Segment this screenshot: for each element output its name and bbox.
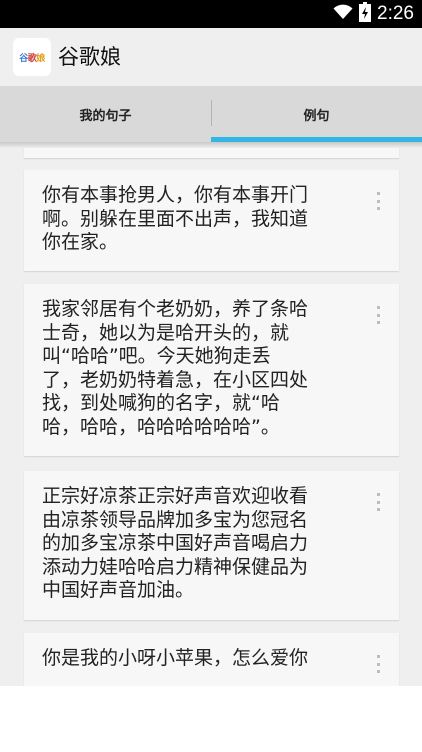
overflow-menu-icon[interactable] [375,493,381,511]
sentence-text: 你有本事抢男人，你有本事开门 啊。别躲在里面不出声，我知道 你在家。 [42,184,309,253]
status-time: 2:26 [377,3,414,24]
sentence-text: 你是我的小呀小苹果，怎么爱你 [42,647,309,669]
app-logo-char-2: 歌 [27,53,37,64]
sentence-text: 我家邻居有个老奶奶，养了条哈 士奇，她以为是哈开头的，就 叫“哈哈”吧。今天她狗… [42,298,309,438]
battery-icon [359,2,372,26]
app-logo-char-3: 娘 [36,53,45,64]
sentence-list[interactable]: 你有本事抢男人，你有本事开门 啊。别躲在里面不出声，我知道 你在家。 我家邻居有… [0,142,422,686]
app-logo-char-1: 谷 [19,53,28,64]
list-item[interactable]: 你有本事抢男人，你有本事开门 啊。别躲在里面不出声，我知道 你在家。 [24,170,399,271]
app-logo[interactable]: 谷 歌 娘 [13,38,51,76]
sentence-text: 正宗好凉茶正宗好声音欢迎收看 由凉茶领导品牌加多宝为您冠名 的加多宝凉茶中国好声… [42,485,309,601]
wifi-icon [333,4,353,24]
list-item[interactable]: 正宗好凉茶正宗好声音欢迎收看 由凉茶领导品牌加多宝为您冠名 的加多宝凉茶中国好声… [24,471,399,620]
tab-bar: 我的句子 例句 [0,86,422,142]
status-icons: 2:26 [333,2,414,26]
overflow-menu-icon[interactable] [375,192,381,210]
bottom-blank-area [0,686,422,752]
app-bar: 谷 歌 娘 谷歌娘 [0,28,422,86]
status-bar: 2:26 [0,0,422,28]
overflow-menu-icon[interactable] [375,306,381,324]
list-item[interactable]: 我家邻居有个老奶奶，养了条哈 士奇，她以为是哈开头的，就 叫“哈哈”吧。今天她狗… [24,284,399,456]
tab-bar-shadow [0,142,422,148]
app-title: 谷歌娘 [58,45,121,69]
list-item[interactable]: 你是我的小呀小苹果，怎么爱你 [24,633,399,686]
tab-my-sentences-label: 我的句子 [79,108,132,124]
overflow-menu-icon[interactable] [375,655,381,673]
tab-examples-label: 例句 [303,108,330,124]
tab-examples[interactable]: 例句 [211,86,422,142]
tab-my-sentences[interactable]: 我的句子 [0,86,211,142]
